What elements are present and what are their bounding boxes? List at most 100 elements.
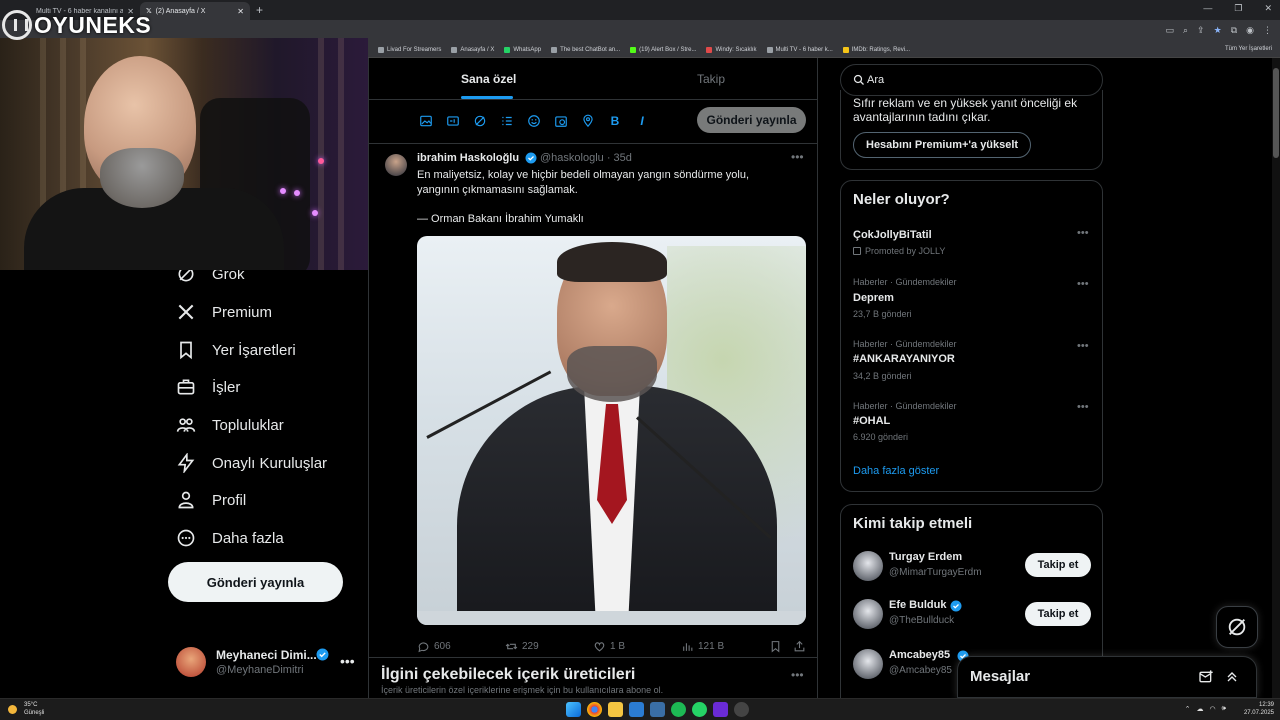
more-icon[interactable]: ••• [791, 668, 804, 682]
trend-item[interactable]: #ANKARAYANIYOR [853, 353, 955, 365]
messages-drawer[interactable]: Mesajlar [957, 656, 1257, 698]
new-tab-icon[interactable]: + [256, 3, 263, 17]
store-icon[interactable] [629, 702, 644, 717]
gif-icon[interactable] [446, 114, 460, 128]
follow-user-handle[interactable]: @TheBullduck [889, 615, 954, 626]
avatar[interactable] [853, 551, 883, 581]
all-bookmarks[interactable]: Tüm Yer İşaretleri [1225, 46, 1272, 52]
trend-item[interactable]: #OHAL [853, 415, 890, 427]
spotify-icon[interactable] [671, 702, 686, 717]
bookmark-item[interactable]: IMDb: Ratings, Revi... [842, 46, 910, 53]
bookmark-item[interactable]: Multi TV - 6 haber k... [766, 46, 833, 53]
minimize-icon[interactable]: — [1203, 3, 1212, 14]
bookmark-item[interactable]: Livad For Streamers [378, 46, 441, 53]
close-window-icon[interactable]: ✕ [1264, 3, 1272, 14]
share-icon[interactable]: ⇪ [1197, 25, 1205, 36]
italic-icon[interactable]: I [635, 114, 649, 128]
show-more-link[interactable]: Daha fazla göster [853, 465, 939, 477]
chevron-up-icon[interactable]: ⌃ [1185, 705, 1191, 713]
scrollbar[interactable] [1272, 58, 1280, 698]
post-button[interactable]: Gönderi yayınla [168, 562, 343, 602]
avatar[interactable] [853, 649, 883, 679]
like-button[interactable]: 1 B [593, 640, 625, 653]
install-icon[interactable]: ▭ [1166, 25, 1175, 36]
follow-button[interactable]: Takip et [1025, 553, 1091, 577]
bookmark-item[interactable]: WhatsApp [504, 46, 541, 53]
bookmark-item[interactable]: Windy: Sıcaklık [706, 46, 757, 53]
scrollbar-thumb[interactable] [1273, 68, 1279, 158]
nav-item-jobs[interactable]: İşler [176, 377, 240, 397]
close-icon[interactable]: ✕ [237, 7, 244, 16]
profile-icon[interactable]: ◉ [1246, 25, 1254, 36]
location-icon[interactable] [581, 114, 595, 128]
more-icon[interactable]: ••• [1077, 340, 1089, 352]
nav-item-premium[interactable]: Premium [176, 302, 272, 322]
extensions-icon[interactable]: ⧉ [1231, 25, 1237, 36]
chevron-up-icon[interactable] [1224, 669, 1240, 685]
nav-item-verified-orgs[interactable]: Onaylı Kuruluşlar [176, 453, 327, 473]
more-icon[interactable]: ••• [1077, 227, 1089, 239]
bold-icon[interactable]: B [608, 114, 622, 128]
bookmark-item[interactable]: (19) Alert Box / Stre... [630, 46, 696, 53]
composer-post-button[interactable]: Gönderi yayınla [697, 107, 806, 133]
more-icon[interactable]: ••• [1077, 278, 1089, 290]
poll-icon[interactable] [500, 114, 514, 128]
nav-item-more[interactable]: Daha fazla [176, 528, 284, 548]
reply-button[interactable]: 606 [417, 640, 451, 653]
nav-item-communities[interactable]: Topluluklar [176, 415, 284, 435]
maximize-icon[interactable]: ❐ [1234, 3, 1242, 14]
bookmark-item[interactable]: Anasayfa / X [451, 46, 494, 53]
browser-tab-active[interactable]: 𝕏 (2) Anasayfa / X ✕ [140, 2, 250, 20]
zoom-icon[interactable]: ⌕ [1183, 25, 1188, 36]
tweet-author-name[interactable]: ibrahim Haskoloğlu [417, 152, 519, 164]
cloud-icon[interactable]: ☁ [1196, 705, 1203, 713]
bookmark-item[interactable]: The best ChatBot an... [551, 46, 620, 53]
clock[interactable]: 12:39 27.07.2025 [1244, 701, 1274, 717]
volume-icon[interactable]: 🕪 [1222, 705, 1226, 713]
star-icon[interactable]: ★ [1214, 25, 1222, 36]
bookmark-button[interactable] [769, 640, 782, 653]
emoji-icon[interactable] [527, 114, 541, 128]
tweet[interactable]: ibrahim Haskoloğlu @haskologlu · 35d •••… [369, 144, 817, 658]
share-button[interactable] [793, 640, 806, 653]
more-icon[interactable]: ••• [1077, 401, 1089, 413]
views-button[interactable]: 121 B [681, 640, 724, 653]
nav-item-profile[interactable]: Profil [176, 490, 246, 510]
search-bar[interactable]: Ara [840, 64, 1103, 96]
tab-for-you[interactable]: Sana özel [461, 72, 516, 86]
upgrade-premium-button[interactable]: Hesabını Premium+'a yükselt [853, 132, 1032, 158]
tweet-handle[interactable]: @haskologlu · 35d [540, 152, 632, 164]
nav-item-bookmarks[interactable]: Yer İşaretleri [176, 340, 296, 360]
follow-user-handle[interactable]: @Amcabey85 [889, 665, 952, 676]
wifi-icon[interactable]: ◠ [1209, 705, 1215, 713]
search-input[interactable]: Ara [867, 74, 884, 86]
menu-icon[interactable]: ⋮ [1263, 25, 1272, 36]
avatar[interactable] [385, 154, 407, 176]
account-switcher[interactable]: Meyhaneci Dimi... @MeyhaneDimitri ••• [176, 645, 356, 685]
grok-button[interactable] [1216, 606, 1258, 648]
folder-icon[interactable] [608, 702, 623, 717]
app-icon[interactable] [713, 702, 728, 717]
app-icon[interactable] [650, 702, 665, 717]
trend-item[interactable]: ÇokJollyBiTatil [853, 229, 932, 241]
schedule-icon[interactable] [554, 114, 568, 128]
more-icon[interactable]: ••• [340, 653, 355, 669]
new-message-icon[interactable] [1198, 669, 1214, 685]
grok-icon[interactable] [473, 114, 487, 128]
trend-item[interactable]: Deprem [853, 292, 894, 304]
chrome-icon[interactable] [587, 702, 602, 717]
follow-user-handle[interactable]: @MimarTurgayErdm [889, 567, 982, 578]
start-icon[interactable] [566, 702, 581, 717]
follow-button[interactable]: Takip et [1025, 602, 1091, 626]
image-icon[interactable] [419, 114, 433, 128]
follow-user-name[interactable]: Turgay Erdem [889, 551, 962, 563]
tweet-image[interactable] [417, 236, 806, 625]
avatar[interactable] [853, 599, 883, 629]
follow-user-name[interactable]: Amcabey85 [889, 649, 950, 661]
tab-following[interactable]: Takip [697, 72, 725, 86]
whatsapp-icon[interactable] [692, 702, 707, 717]
repost-button[interactable]: 229 [505, 640, 539, 653]
steam-icon[interactable] [734, 702, 749, 717]
more-icon[interactable]: ••• [791, 150, 804, 164]
follow-user-name[interactable]: Efe Bulduk [889, 599, 946, 611]
